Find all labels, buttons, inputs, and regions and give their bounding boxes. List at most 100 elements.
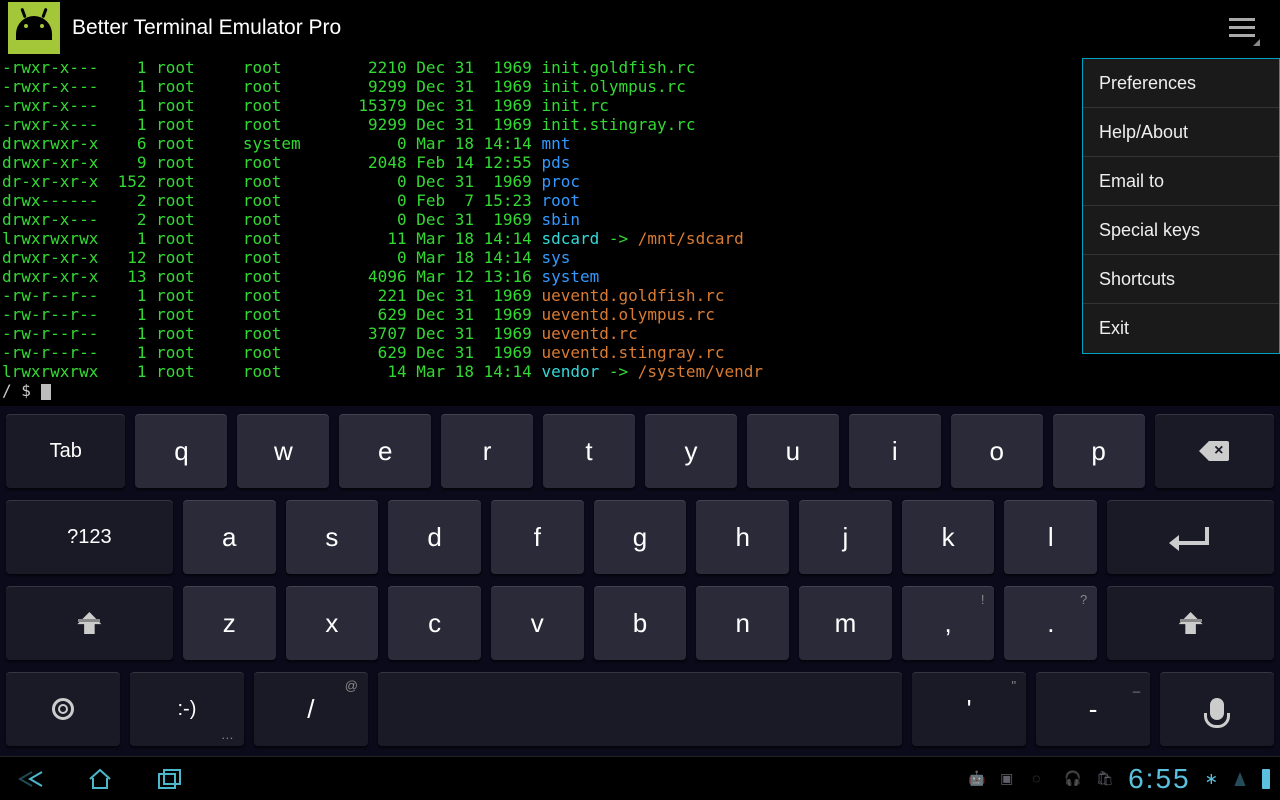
prompt: / $ (2, 381, 41, 400)
headphones-tray-icon: 🎧 (1064, 770, 1082, 788)
key-e[interactable]: e (339, 414, 431, 488)
key-enter[interactable] (1107, 500, 1274, 574)
key-label: g (633, 522, 647, 553)
key-label: :-) (177, 698, 196, 721)
battery-icon (1262, 769, 1270, 789)
mic-icon (1210, 698, 1224, 720)
key-label: x (325, 608, 338, 639)
key-g[interactable]: g (594, 500, 687, 574)
key-secondary: … (221, 727, 234, 742)
options-menu: PreferencesHelp/AboutEmail toSpecial key… (1082, 58, 1280, 354)
key-gear[interactable] (6, 672, 120, 746)
key-label: . (1047, 608, 1054, 639)
key-Tab[interactable]: Tab (6, 414, 125, 488)
sync-tray-icon: ◌ (1032, 770, 1050, 788)
key-label: - (1089, 694, 1098, 725)
key-b[interactable]: b (594, 586, 687, 660)
key-[interactable]: .? (1004, 586, 1097, 660)
menu-item-exit[interactable]: Exit (1083, 304, 1279, 353)
bluetooth-icon: ∗ (1205, 769, 1218, 789)
title-bar: Better Terminal Emulator Pro (0, 0, 1280, 56)
key-p[interactable]: p (1053, 414, 1145, 488)
key-[interactable]: ,! (902, 586, 995, 660)
key-shift[interactable] (6, 586, 173, 660)
menu-item-help-about[interactable]: Help/About (1083, 108, 1279, 157)
menu-item-shortcuts[interactable]: Shortcuts (1083, 255, 1279, 304)
shop-tray-icon: 🛍 (1096, 770, 1114, 788)
enter-icon (1173, 527, 1209, 547)
key-h[interactable]: h (696, 500, 789, 574)
key-s[interactable]: s (286, 500, 379, 574)
key-label: t (585, 436, 592, 467)
key-backspace[interactable]: × (1155, 414, 1274, 488)
menu-item-special-keys[interactable]: Special keys (1083, 206, 1279, 255)
key-c[interactable]: c (388, 586, 481, 660)
clock: 6:55 (1128, 763, 1191, 795)
key-label: m (835, 608, 857, 639)
key-i[interactable]: i (849, 414, 941, 488)
key-l[interactable]: l (1004, 500, 1097, 574)
key-secondary: " (1011, 678, 1016, 693)
android-tray-icon: 🤖 (968, 770, 986, 788)
key-[interactable]: /@ (254, 672, 368, 746)
key-secondary: ? (1080, 592, 1087, 607)
menu-button[interactable] (1222, 12, 1262, 42)
key-label: b (633, 608, 647, 639)
key-label: w (274, 436, 293, 467)
key-[interactable]: '" (912, 672, 1026, 746)
key-[interactable]: -_ (1036, 672, 1150, 746)
recent-apps-button[interactable] (150, 764, 190, 794)
key-label: s (325, 522, 338, 553)
system-nav-bar: 🤖 ▣ ◌ 🎧 🛍 6:55 ∗ (0, 756, 1280, 800)
key-a[interactable]: a (183, 500, 276, 574)
key-123[interactable]: ?123 (6, 500, 173, 574)
key-u[interactable]: u (747, 414, 839, 488)
key-w[interactable]: w (237, 414, 329, 488)
key-label: Tab (50, 440, 82, 463)
key-j[interactable]: j (799, 500, 892, 574)
key-secondary: ! (981, 592, 985, 607)
key-t[interactable]: t (543, 414, 635, 488)
key-x[interactable]: x (286, 586, 379, 660)
key-label: n (735, 608, 749, 639)
on-screen-keyboard: Tab q w e r t y u i o p × ?123 a s df g h j k l z x c v b n m,!.? :-… (0, 406, 1280, 756)
key-label: , (945, 608, 952, 639)
menu-item-email-to[interactable]: Email to (1083, 157, 1279, 206)
key-label: u (786, 436, 800, 467)
key-label: p (1091, 436, 1105, 467)
key-d[interactable]: d (388, 500, 481, 574)
key-m[interactable]: m (799, 586, 892, 660)
shift-icon (1179, 612, 1203, 634)
key-n[interactable]: n (696, 586, 789, 660)
key-label: e (378, 436, 392, 467)
key-label: y (684, 436, 697, 467)
key-label: ' (967, 694, 972, 725)
key-label: i (892, 436, 898, 467)
menu-item-preferences[interactable]: Preferences (1083, 59, 1279, 108)
key-label: ?123 (67, 526, 112, 549)
key-label: j (843, 522, 849, 553)
key-f[interactable]: f (491, 500, 584, 574)
key-label: c (428, 608, 441, 639)
key-label: l (1048, 522, 1054, 553)
key-z[interactable]: z (183, 586, 276, 660)
home-button[interactable] (80, 764, 120, 794)
key-shift[interactable] (1107, 586, 1274, 660)
key-q[interactable]: q (135, 414, 227, 488)
key-label: a (222, 522, 236, 553)
back-button[interactable] (10, 764, 50, 794)
terminal-line: lrwxrwxrwx 1 root root 14 Mar 18 14:14 v… (2, 362, 1278, 381)
key-mic[interactable] (1160, 672, 1274, 746)
key-k[interactable]: k (902, 500, 995, 574)
shift-icon (77, 612, 101, 634)
key-v[interactable]: v (491, 586, 584, 660)
key-space[interactable] (378, 672, 902, 746)
cursor (41, 384, 51, 400)
key-[interactable]: :-) … (130, 672, 244, 746)
key-label: z (223, 608, 236, 639)
key-r[interactable]: r (441, 414, 533, 488)
key-y[interactable]: y (645, 414, 737, 488)
key-o[interactable]: o (951, 414, 1043, 488)
key-label: / (307, 694, 314, 725)
key-label: v (531, 608, 544, 639)
